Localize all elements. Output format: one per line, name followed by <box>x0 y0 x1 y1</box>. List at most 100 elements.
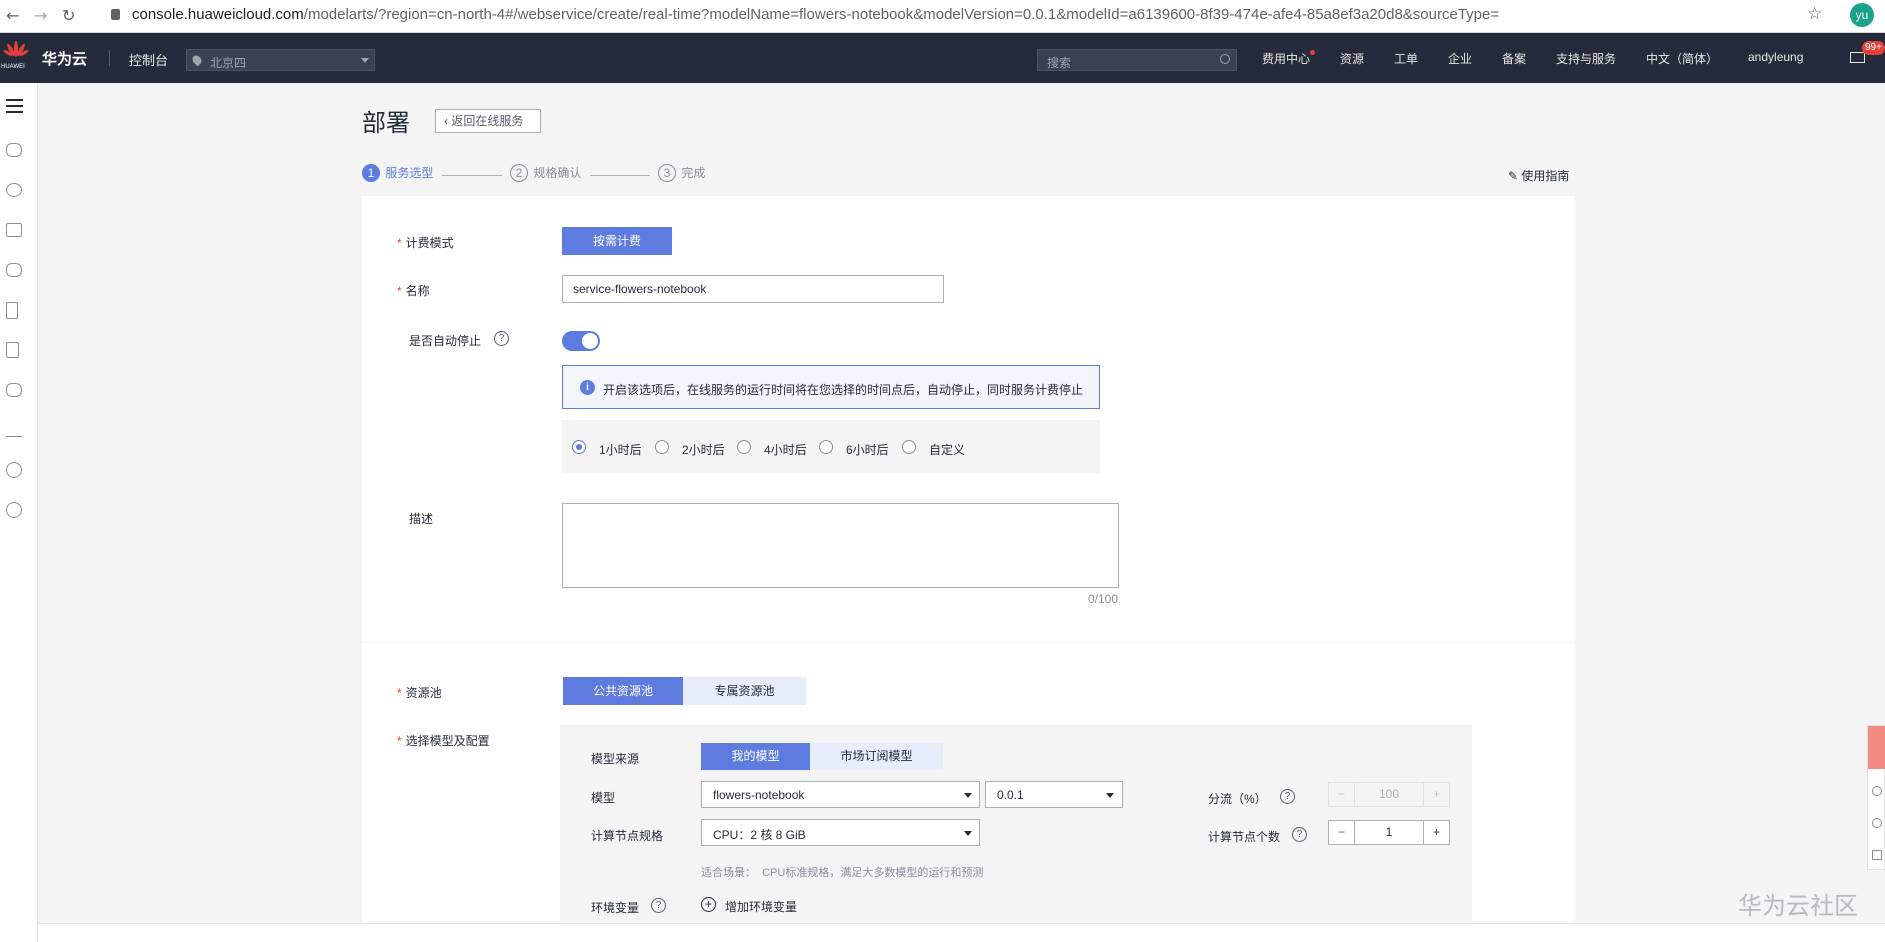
autostop-info-text: 开启该选项后，在线服务的运行时间将在您选择的时间点后，自动停止，同时服务计费停止 <box>603 383 1084 397</box>
compute-spec-label: 计算节点规格 <box>591 829 664 843</box>
billing-on-demand-button[interactable]: 按需计费 <box>562 227 672 255</box>
menu-enterprise[interactable]: 企业 <box>1448 50 1472 67</box>
cloud-service-icon[interactable] <box>6 143 22 157</box>
menu-billing[interactable]: 费用中心 <box>1262 50 1310 67</box>
step-number: 2 <box>510 164 528 182</box>
brand-name[interactable]: 华为云 <box>42 48 87 69</box>
node-count-value[interactable]: 1 <box>1355 821 1423 844</box>
node-count-stepper[interactable]: − 1 + <box>1328 820 1450 845</box>
back-to-services-button[interactable]: ‹ 返回在线服务 <box>435 109 541 133</box>
profile-avatar[interactable]: yu <box>1850 3 1874 27</box>
info-icon: i <box>580 380 595 395</box>
step-number: 3 <box>658 164 676 182</box>
menu-username[interactable]: andyleung <box>1748 50 1803 64</box>
autostop-info-alert: i 开启该选项后，在线服务的运行时间将在您选择的时间点后，自动停止，同时服务计费… <box>562 365 1100 409</box>
huawei-logo-text: HUAWEI <box>1 64 25 70</box>
help-icon[interactable]: ? <box>1292 827 1307 842</box>
help-icon[interactable]: ? <box>651 898 666 913</box>
mail-badge: 99+ <box>1862 41 1885 55</box>
lock-icon <box>111 9 120 20</box>
description-counter: 0/100 <box>1088 592 1119 606</box>
console-link[interactable]: 控制台 <box>129 50 168 69</box>
menu-resources[interactable]: 资源 <box>1340 50 1364 67</box>
model-select[interactable]: flowers-notebook <box>701 781 980 808</box>
feedback-button[interactable] <box>1868 726 1885 769</box>
model-label: 模型 <box>591 791 616 805</box>
back-arrow-icon[interactable]: ← <box>6 6 19 25</box>
globe-icon[interactable] <box>6 462 22 478</box>
step-label: 规格确认 <box>533 166 582 180</box>
url-host: console.huaweicloud.com <box>132 6 304 23</box>
option-label: 自定义 <box>929 443 966 457</box>
address-bar[interactable]: console.huaweicloud.com/modelarts/?regio… <box>132 6 1499 23</box>
name-input[interactable]: service-flowers-notebook <box>562 275 944 303</box>
menu-icp[interactable]: 备案 <box>1502 50 1526 67</box>
private-pool-button[interactable]: 专属资源池 <box>683 677 806 705</box>
step-3: 3 完成 <box>658 164 705 182</box>
public-pool-button[interactable]: 公共资源池 <box>563 677 683 705</box>
chevron-down-icon <box>964 793 972 798</box>
market-model-button[interactable]: 市场订阅模型 <box>810 743 943 770</box>
menu-tickets[interactable]: 工单 <box>1394 50 1418 67</box>
reload-icon[interactable]: ↻ <box>62 6 75 25</box>
user-guide-link[interactable]: ✎ 使用指南 <box>1508 167 1569 184</box>
plus-icon[interactable]: + <box>1423 821 1449 844</box>
step-label: 服务选型 <box>385 166 434 180</box>
resource-pool-label: * 资源池 <box>397 686 442 700</box>
step-2: 2 规格确认 <box>510 164 581 182</box>
autostop-toggle[interactable] <box>562 331 600 351</box>
search-input[interactable]: 搜索 <box>1037 49 1237 71</box>
version-select[interactable]: 0.0.1 <box>985 781 1123 808</box>
option-label: 2小时后 <box>682 443 725 457</box>
search-icon[interactable] <box>1220 54 1230 64</box>
model-config-label: * 选择模型及配置 <box>397 734 490 748</box>
document-icon[interactable] <box>6 342 19 358</box>
plus-icon: + <box>1423 783 1449 806</box>
region-value: 北京四 <box>210 56 247 70</box>
chat-icon[interactable] <box>1872 786 1882 796</box>
node-count-label: 计算节点个数 <box>1208 830 1281 844</box>
step-connector <box>590 175 650 176</box>
forward-arrow-icon[interactable]: → <box>34 6 47 25</box>
ip-icon[interactable] <box>6 502 22 518</box>
chevron-down-icon <box>361 58 369 63</box>
minus-icon[interactable]: − <box>1329 821 1355 844</box>
url-path: /modelarts/?region=cn-north-4#/webservic… <box>303 6 1500 23</box>
step-label: 完成 <box>681 166 706 180</box>
chevron-down-icon <box>1106 793 1114 798</box>
bookmark-star-icon[interactable]: ☆ <box>1807 4 1822 24</box>
cluster-icon[interactable] <box>6 183 22 197</box>
community-watermark: 华为云社区 <box>1738 892 1858 920</box>
location-pin-icon <box>190 53 204 67</box>
menu-hamburger-icon[interactable] <box>6 99 23 113</box>
help-icon[interactable]: ? <box>494 331 509 346</box>
menu-support[interactable]: 支持与服务 <box>1556 50 1616 67</box>
option-label: 6小时后 <box>846 443 889 457</box>
floating-toolbar <box>1867 725 1885 870</box>
my-model-button[interactable]: 我的模型 <box>701 743 810 770</box>
compute-spec-select[interactable]: CPU：2 核 8 GiB <box>701 819 980 846</box>
network-icon[interactable] <box>6 223 22 237</box>
database-icon[interactable] <box>6 302 18 319</box>
storage-icon[interactable] <box>6 263 22 277</box>
region-selector[interactable]: 北京四 <box>186 49 375 71</box>
deploy-icon[interactable] <box>6 423 22 437</box>
mail-icon[interactable] <box>1850 52 1865 63</box>
help-circle-icon[interactable] <box>1872 818 1882 828</box>
help-icon[interactable]: ? <box>1280 789 1295 804</box>
description-label: 描述 <box>409 512 434 526</box>
menu-language[interactable]: 中文（简体） <box>1646 50 1718 67</box>
note-icon[interactable] <box>1872 850 1882 860</box>
radio-selected-icon <box>572 440 586 454</box>
traffic-split-stepper: − 100 + <box>1328 782 1450 807</box>
back-label: 返回在线服务 <box>451 114 524 128</box>
chevron-down-icon <box>964 831 972 836</box>
model-source-label: 模型来源 <box>591 752 640 766</box>
radio-icon <box>737 440 751 454</box>
cloud-icon[interactable] <box>6 383 22 397</box>
huawei-logo-icon[interactable] <box>3 39 29 63</box>
service-sidebar <box>0 83 38 942</box>
search-placeholder: 搜索 <box>1047 56 1072 70</box>
description-textarea[interactable] <box>562 503 1119 588</box>
name-label: * 名称 <box>397 284 430 298</box>
